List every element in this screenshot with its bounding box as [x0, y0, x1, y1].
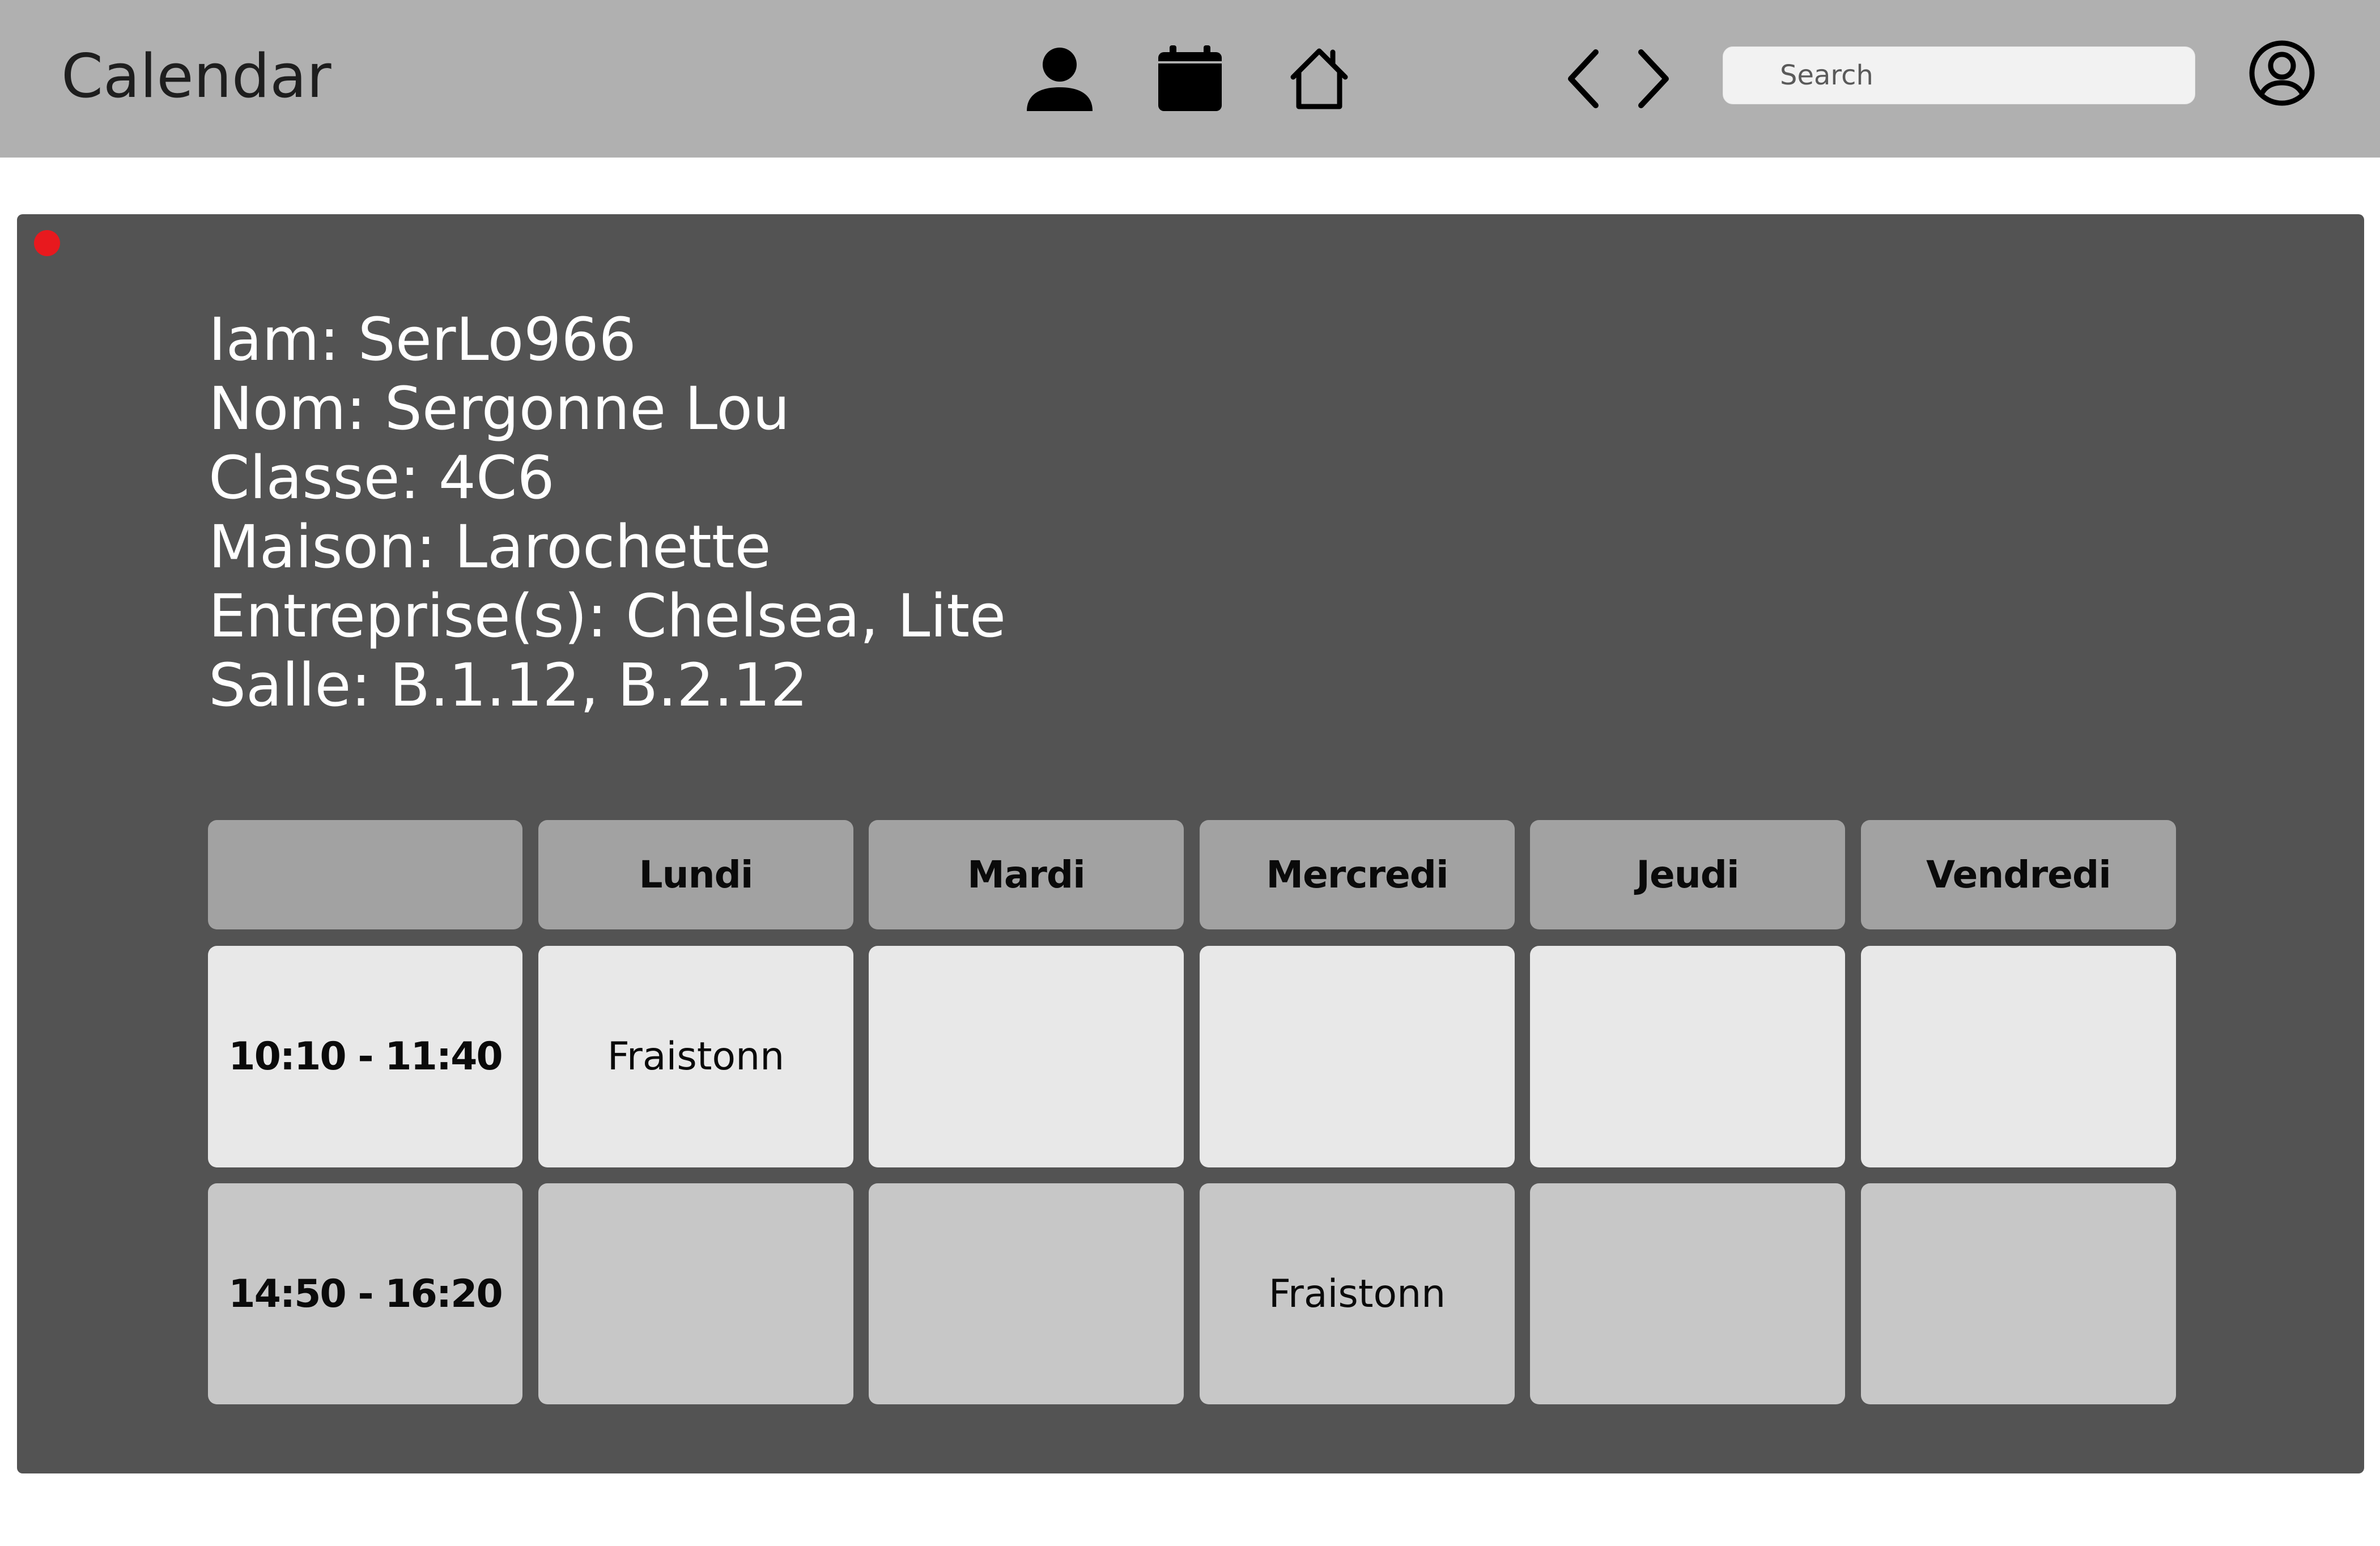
calendar-icon[interactable]: [1156, 44, 1224, 112]
timetable-cell[interactable]: [1530, 946, 1845, 1167]
time-slot-2: 14:50 - 16:20: [208, 1183, 522, 1404]
account-circle-icon[interactable]: [2249, 40, 2315, 107]
top-bar: Calendar: [0, 0, 2380, 158]
status-indicator: [34, 230, 60, 256]
timetable-corner-cell: [208, 820, 522, 929]
day-header-vendredi: Vendredi: [1861, 820, 2176, 929]
timetable-cell[interactable]: [1861, 946, 2176, 1167]
nom-line: Nom: Sergonne Lou: [209, 374, 790, 443]
salle-line: Salle: B.1.12, B.2.12: [209, 651, 808, 720]
day-header-mardi: Mardi: [869, 820, 1184, 929]
timetable-cell[interactable]: [1861, 1183, 2176, 1404]
timetable-cell[interactable]: [538, 1183, 853, 1404]
chevron-right-icon[interactable]: [1633, 48, 1673, 110]
entreprises-line: Entreprise(s): Chelsea, Lite: [209, 581, 1006, 651]
timetable-cell[interactable]: [1530, 1183, 1845, 1404]
student-info: Iam: SerLo966 Nom: Sergonne Lou Classe: …: [209, 305, 1006, 720]
timetable-cell[interactable]: Fraistonn: [1200, 1183, 1515, 1404]
time-slot-1: 10:10 - 11:40: [208, 946, 522, 1167]
maison-line: Maison: Larochette: [209, 512, 771, 581]
iam-line: Iam: SerLo966: [209, 305, 636, 374]
user-icon[interactable]: [1026, 44, 1094, 112]
classe-line: Classe: 4C6: [209, 443, 555, 512]
day-header-lundi: Lundi: [538, 820, 853, 929]
timetable-cell[interactable]: [869, 1183, 1184, 1404]
timetable-cell[interactable]: Fraistonn: [538, 946, 853, 1167]
search-input[interactable]: [1780, 47, 2177, 104]
home-icon[interactable]: [1285, 45, 1353, 111]
day-header-jeudi: Jeudi: [1530, 820, 1845, 929]
timetable-cell[interactable]: [1200, 946, 1515, 1167]
search-box[interactable]: [1723, 46, 2195, 104]
student-panel: Iam: SerLo966 Nom: Sergonne Lou Classe: …: [17, 214, 2364, 1473]
timetable-cell[interactable]: [869, 946, 1184, 1167]
app-title: Calendar: [61, 41, 332, 111]
chevron-left-icon[interactable]: [1564, 48, 1604, 110]
day-header-mercredi: Mercredi: [1200, 820, 1515, 929]
